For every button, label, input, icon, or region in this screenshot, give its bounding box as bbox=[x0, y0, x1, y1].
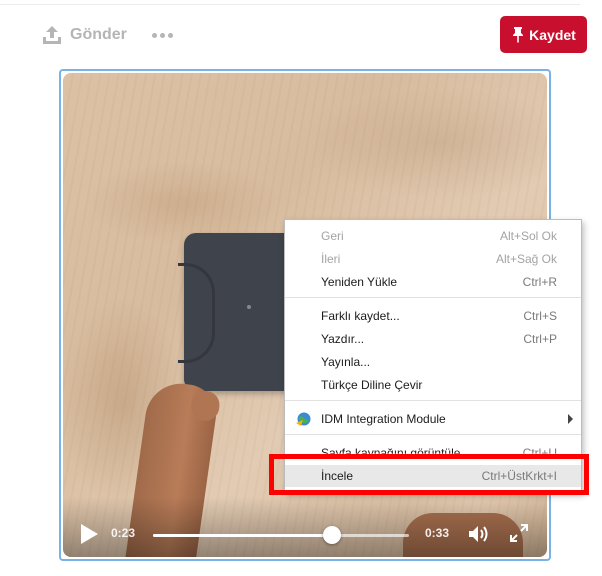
save-button[interactable]: Kaydet bbox=[500, 16, 587, 53]
volume-icon[interactable] bbox=[467, 523, 491, 545]
idm-globe-icon bbox=[295, 411, 313, 427]
pin-icon bbox=[511, 26, 529, 43]
save-label: Kaydet bbox=[529, 26, 576, 43]
context-menu: Geri Alt+Sol Ok İleri Alt+Sağ Ok Yeniden… bbox=[284, 219, 582, 493]
menu-item-cast[interactable]: Yayınla... bbox=[285, 351, 581, 373]
top-divider bbox=[0, 0, 580, 5]
fullscreen-icon[interactable] bbox=[509, 523, 529, 543]
menu-item-save-as[interactable]: Farklı kaydet... Ctrl+S bbox=[285, 305, 581, 327]
more-dots-icon bbox=[152, 32, 157, 38]
menu-item-translate[interactable]: Türkçe Diline Çevir bbox=[285, 374, 581, 396]
play-icon[interactable] bbox=[79, 523, 99, 545]
total-time: 0:33 bbox=[425, 526, 450, 540]
menu-item-idm[interactable]: IDM Integration Module bbox=[285, 408, 581, 430]
menu-item-print[interactable]: Yazdır... Ctrl+P bbox=[285, 328, 581, 350]
progress-fill bbox=[153, 534, 333, 537]
more-options-button[interactable] bbox=[152, 24, 173, 46]
menu-item-inspect[interactable]: İncele Ctrl+ÜstKrkt+I bbox=[285, 465, 581, 487]
upload-icon bbox=[40, 23, 64, 47]
send-button[interactable]: Gönder bbox=[40, 22, 127, 48]
submenu-arrow-icon bbox=[568, 414, 573, 424]
menu-separator bbox=[285, 434, 581, 435]
current-time: 0:23 bbox=[111, 526, 136, 540]
menu-separator bbox=[285, 400, 581, 401]
menu-item-view-source[interactable]: Sayfa kaynağını görüntüle Ctrl+U bbox=[285, 442, 581, 464]
menu-separator bbox=[285, 297, 581, 298]
menu-item-forward[interactable]: İleri Alt+Sağ Ok bbox=[285, 248, 581, 270]
menu-item-reload[interactable]: Yeniden Yükle Ctrl+R bbox=[285, 271, 581, 293]
progress-bar[interactable] bbox=[153, 526, 409, 544]
menu-item-back[interactable]: Geri Alt+Sol Ok bbox=[285, 225, 581, 247]
send-label: Gönder bbox=[70, 26, 127, 43]
